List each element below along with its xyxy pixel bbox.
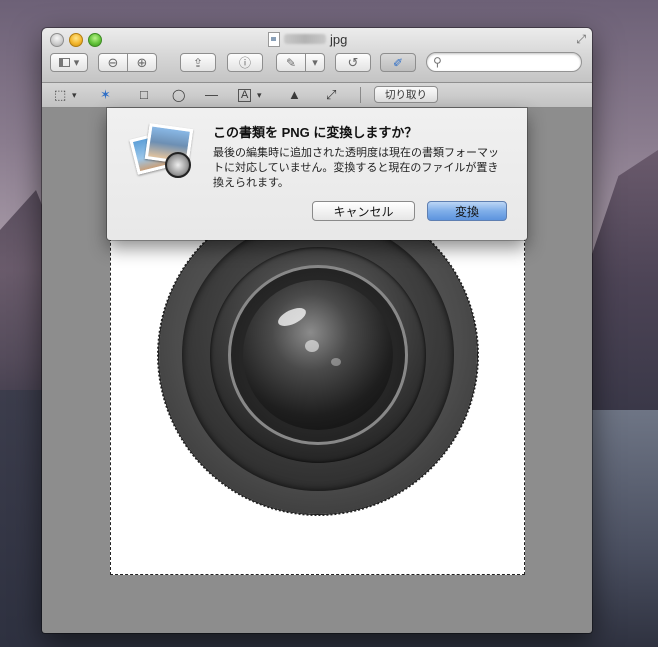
share-button[interactable]: ⇪ — [180, 53, 216, 72]
zoom-out-icon: ⊖ — [107, 54, 119, 70]
chevron-down-icon[interactable]: ▾ — [257, 86, 262, 104]
search-icon: ⚲ — [433, 55, 442, 69]
sidebar-icon — [58, 58, 70, 67]
rotate-icon: ↺ — [347, 54, 359, 70]
adjust-color-icon[interactable]: ▲ — [288, 86, 301, 104]
zoom-in-icon: ⊕ — [136, 54, 148, 70]
separator — [360, 87, 361, 103]
desktop-mountain-right — [592, 150, 658, 410]
rectangle-shape-icon[interactable]: □ — [140, 86, 148, 104]
info-button[interactable]: ⓘ — [227, 53, 263, 72]
window-title: jpg — [268, 31, 347, 47]
rotate-button[interactable]: ↺ — [335, 53, 371, 72]
preview-window: jpg ⤢ ▾ ⊖ ⊕ ⇪ ⓘ ✎ ▾ ↺ ✐ ⚲ ⬚ ▾ ✶ □ ◯ — A … — [42, 28, 592, 633]
close-button[interactable] — [50, 33, 64, 47]
info-icon: ⓘ — [238, 56, 251, 70]
fullscreen-icon[interactable]: ⤢ — [576, 32, 586, 47]
search-field[interactable]: ⚲ — [426, 52, 582, 72]
annotate-menu-button[interactable]: ▾ — [305, 53, 325, 72]
dialog-message: 最後の編集時に追加された透明度は現在の書類フォーマットに対応していません。変換す… — [213, 147, 499, 189]
chevron-down-icon: ▾ — [73, 57, 80, 69]
lens-ring-outer — [182, 219, 454, 491]
document-icon — [268, 31, 280, 47]
zoom-out-button[interactable]: ⊖ — [98, 53, 128, 72]
title-bar: jpg ⤢ ▾ ⊖ ⊕ ⇪ ⓘ ✎ ▾ ↺ ✐ ⚲ — [42, 28, 592, 83]
pen-icon: ✎ — [285, 55, 297, 70]
minimize-button[interactable] — [69, 33, 83, 47]
annotate-button[interactable]: ✎ — [276, 53, 306, 72]
camera-lens-image — [157, 194, 479, 516]
instant-alpha-icon[interactable]: ✶ — [100, 86, 111, 104]
text-tool-icon[interactable]: A — [238, 89, 252, 102]
convert-dialog: この書類を PNG に変換しますか？ 最後の編集時に追加された透明度は現在の書類… — [107, 108, 527, 240]
zoom-button[interactable] — [88, 33, 102, 47]
loupe-icon — [165, 152, 191, 178]
desktop-lake-right — [592, 410, 658, 647]
zoom-in-button[interactable]: ⊕ — [127, 53, 157, 72]
adjust-size-icon[interactable]: ⤢ — [326, 86, 336, 104]
preview-app-icon — [129, 123, 194, 180]
edit-toolbar: ⬚ ▾ ✶ □ ◯ — A ▾ ▲ ⤢ 切り取り — [42, 83, 592, 108]
lens-highlight — [305, 340, 319, 352]
edit-toolbar-button[interactable]: ✐ — [380, 53, 416, 72]
crop-button[interactable]: 切り取り — [374, 86, 438, 103]
lens-glass — [243, 280, 393, 430]
lens-highlight — [275, 304, 309, 330]
edit-toolbox-icon: ✐ — [392, 55, 404, 70]
line-shape-icon[interactable]: — — [205, 86, 218, 104]
view-menu-button[interactable]: ▾ — [50, 53, 88, 72]
lens-ring-inner — [210, 247, 426, 463]
convert-button[interactable]: 変換 — [427, 201, 507, 221]
lens-highlight — [331, 358, 341, 366]
lens-rim — [228, 265, 408, 445]
chevron-down-icon[interactable]: ▾ — [72, 86, 77, 104]
chevron-down-icon: ▾ — [312, 57, 318, 69]
title-redacted — [284, 34, 326, 44]
dialog-title: この書類を PNG に変換しますか？ — [213, 125, 418, 140]
cancel-button[interactable]: キャンセル — [312, 201, 415, 221]
oval-shape-icon[interactable]: ◯ — [172, 86, 185, 104]
title-extension: jpg — [330, 31, 348, 47]
share-icon: ⇪ — [192, 55, 204, 70]
rectangular-selection-icon[interactable]: ⬚ — [54, 86, 66, 104]
